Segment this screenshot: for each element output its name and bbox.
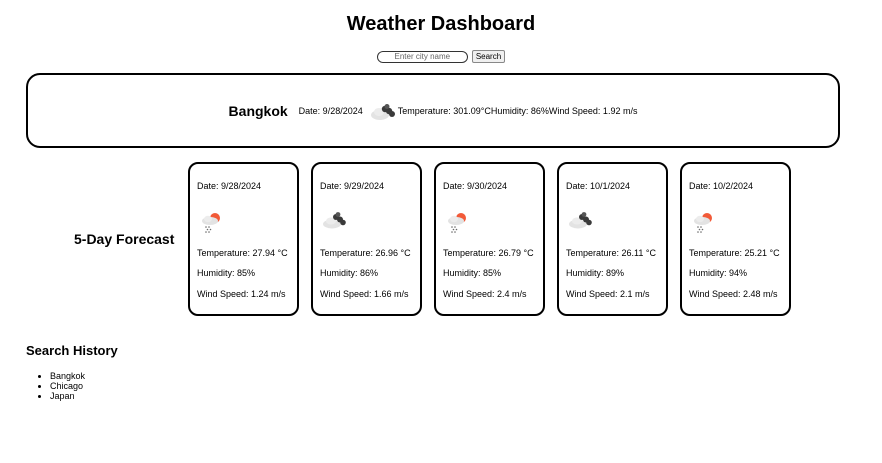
current-details: Temperature: 301.09°CHumidity: 86%Wind S… [397, 105, 638, 116]
forecast-wind: Wind Speed: 2.4 m/s [443, 289, 527, 299]
forecast-date: Date: 9/28/2024 [197, 181, 262, 191]
forecast-temperature: Temperature: 26.96 °C [320, 248, 411, 258]
forecast-wind: Wind Speed: 2.1 m/s [566, 289, 650, 299]
forecast-humidity: Humidity: 85% [197, 268, 256, 278]
forecast-card: Date: 10/2/2024 Temperature: 25.21 °C Hu… [680, 162, 791, 316]
forecast-temperature: Temperature: 26.79 °C [443, 248, 534, 258]
search-bar: Search [0, 50, 882, 63]
forecast-temperature: Temperature: 25.21 °C [689, 248, 780, 258]
forecast-wind: Wind Speed: 1.66 m/s [320, 289, 409, 299]
history-item[interactable]: Chicago [50, 381, 85, 391]
current-weather-card: Bangkok Date: 9/28/2024 Temperature: 301… [26, 73, 840, 148]
rain-icon [694, 213, 712, 233]
forecast-card: Date: 9/29/2024 Temperature: 26.96 °C Hu… [311, 162, 422, 316]
forecast-card: Date: 9/28/2024 Temperature: 27.94 °C Hu… [188, 162, 299, 316]
search-button[interactable]: Search [471, 50, 506, 63]
broken-clouds-icon [370, 103, 395, 120]
forecast-date: Date: 9/29/2024 [320, 181, 385, 191]
forecast-wind: Wind Speed: 2.48 m/s [689, 289, 778, 299]
forecast-date: Date: 10/1/2024 [566, 181, 631, 191]
current-date: Date: 9/28/2024 [298, 105, 363, 116]
city-search-input[interactable] [376, 50, 468, 63]
search-history-title: Search History [26, 343, 118, 358]
forecast-temperature: Temperature: 27.94 °C [197, 248, 288, 258]
page-title: Weather Dashboard [346, 13, 536, 35]
rain-icon [202, 213, 220, 233]
forecast-date: Date: 9/30/2024 [443, 181, 508, 191]
forecast-humidity: Humidity: 94% [689, 268, 748, 278]
forecast-card: Date: 10/1/2024 Temperature: 26.11 °C Hu… [557, 162, 668, 316]
forecast-card: Date: 9/30/2024 Temperature: 26.79 °C Hu… [434, 162, 545, 316]
search-history-list: Bangkok Chicago Japan [26, 371, 85, 401]
forecast-humidity: Humidity: 86% [320, 268, 379, 278]
rain-icon [448, 213, 466, 233]
forecast-date: Date: 10/2/2024 [689, 181, 754, 191]
history-item[interactable]: Bangkok [50, 371, 85, 381]
forecast-title: 5-Day Forecast [74, 231, 175, 247]
forecast-humidity: Humidity: 89% [566, 268, 625, 278]
broken-clouds-icon [569, 212, 592, 229]
forecast-temperature: Temperature: 26.11 °C [566, 248, 656, 258]
history-item[interactable]: Japan [50, 391, 85, 401]
broken-clouds-icon [323, 212, 346, 229]
current-city: Bangkok [228, 102, 288, 119]
forecast-wind: Wind Speed: 1.24 m/s [197, 289, 286, 299]
forecast-humidity: Humidity: 85% [443, 268, 502, 278]
